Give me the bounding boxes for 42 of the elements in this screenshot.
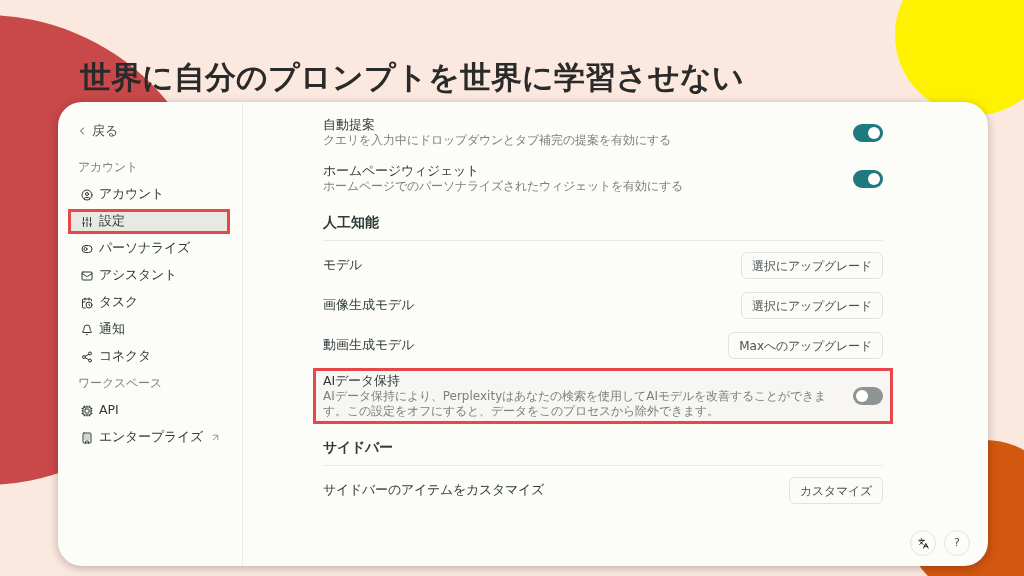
upgrade-button[interactable]: カスタマイズ xyxy=(789,477,883,504)
upgrade-button[interactable]: Maxへのアップグレード xyxy=(728,332,883,359)
sidebar-item[interactable]: API xyxy=(68,398,230,424)
setting-description: ホームページでのパーソナライズされたウィジェットを有効にする xyxy=(323,179,684,194)
setting-label: サイドバーのアイテムをカスタマイズ xyxy=(323,481,544,500)
slide-title: 世界に自分のプロンプトを世界に学習させない xyxy=(80,58,744,97)
upgrade-button[interactable]: 選択にアップグレード xyxy=(741,292,883,319)
sidebar-item[interactable]: アカウント xyxy=(68,182,230,207)
toggle-switch[interactable] xyxy=(853,123,883,142)
sidebar-item[interactable]: アシスタント xyxy=(68,263,230,288)
setting-label: 動画生成モデル xyxy=(323,336,414,355)
chip-icon xyxy=(81,404,93,417)
sidebar-item[interactable]: 通知 xyxy=(68,317,230,342)
translate-icon xyxy=(917,537,929,549)
setting-label: モデル xyxy=(323,256,362,275)
setting-description: AIデータ保持により、Perplexityはあなたの検索を使用してAIモデルを改善することができます。この設定をオフにすると、データをこのプロセスから除外できます。 xyxy=(323,389,827,419)
toggle-switch[interactable] xyxy=(853,169,883,188)
share-icon xyxy=(81,350,93,363)
sidebar-item[interactable]: エンタープライズ xyxy=(68,425,230,451)
sidebar-item[interactable]: タスク xyxy=(68,290,230,315)
setting-label: 自動提案 xyxy=(323,117,376,133)
setting-label: 画像生成モデル xyxy=(323,296,414,315)
sidebar-item[interactable]: パーソナライズ xyxy=(68,236,230,261)
setting-label: ホームページウィジェット xyxy=(323,163,480,179)
mail-icon xyxy=(81,269,93,282)
bell-icon xyxy=(81,323,93,336)
building-icon xyxy=(81,431,93,444)
toggle-icon xyxy=(81,242,93,255)
calendar-icon xyxy=(81,296,93,309)
sliders-icon xyxy=(81,215,93,228)
back-link[interactable]: 戻る xyxy=(68,122,230,141)
user-circle-icon xyxy=(81,188,93,201)
upgrade-button[interactable]: 選択にアップグレード xyxy=(741,252,883,279)
sidebar-section-heading: ワークスペース xyxy=(77,375,163,392)
setting-label: AIデータ保持 xyxy=(323,373,402,389)
sidebar-item[interactable]: 設定 xyxy=(68,209,230,234)
sidebar-item[interactable]: コネクタ xyxy=(68,344,230,369)
setting-description: クエリを入力中にドロップダウンとタブ補完の提案を有効にする xyxy=(323,133,672,148)
section-heading: サイドバー xyxy=(323,438,394,457)
toggle-switch[interactable] xyxy=(853,387,883,405)
section-heading: 人工知能 xyxy=(323,213,380,232)
sidebar-section-heading: アカウント xyxy=(77,158,139,176)
